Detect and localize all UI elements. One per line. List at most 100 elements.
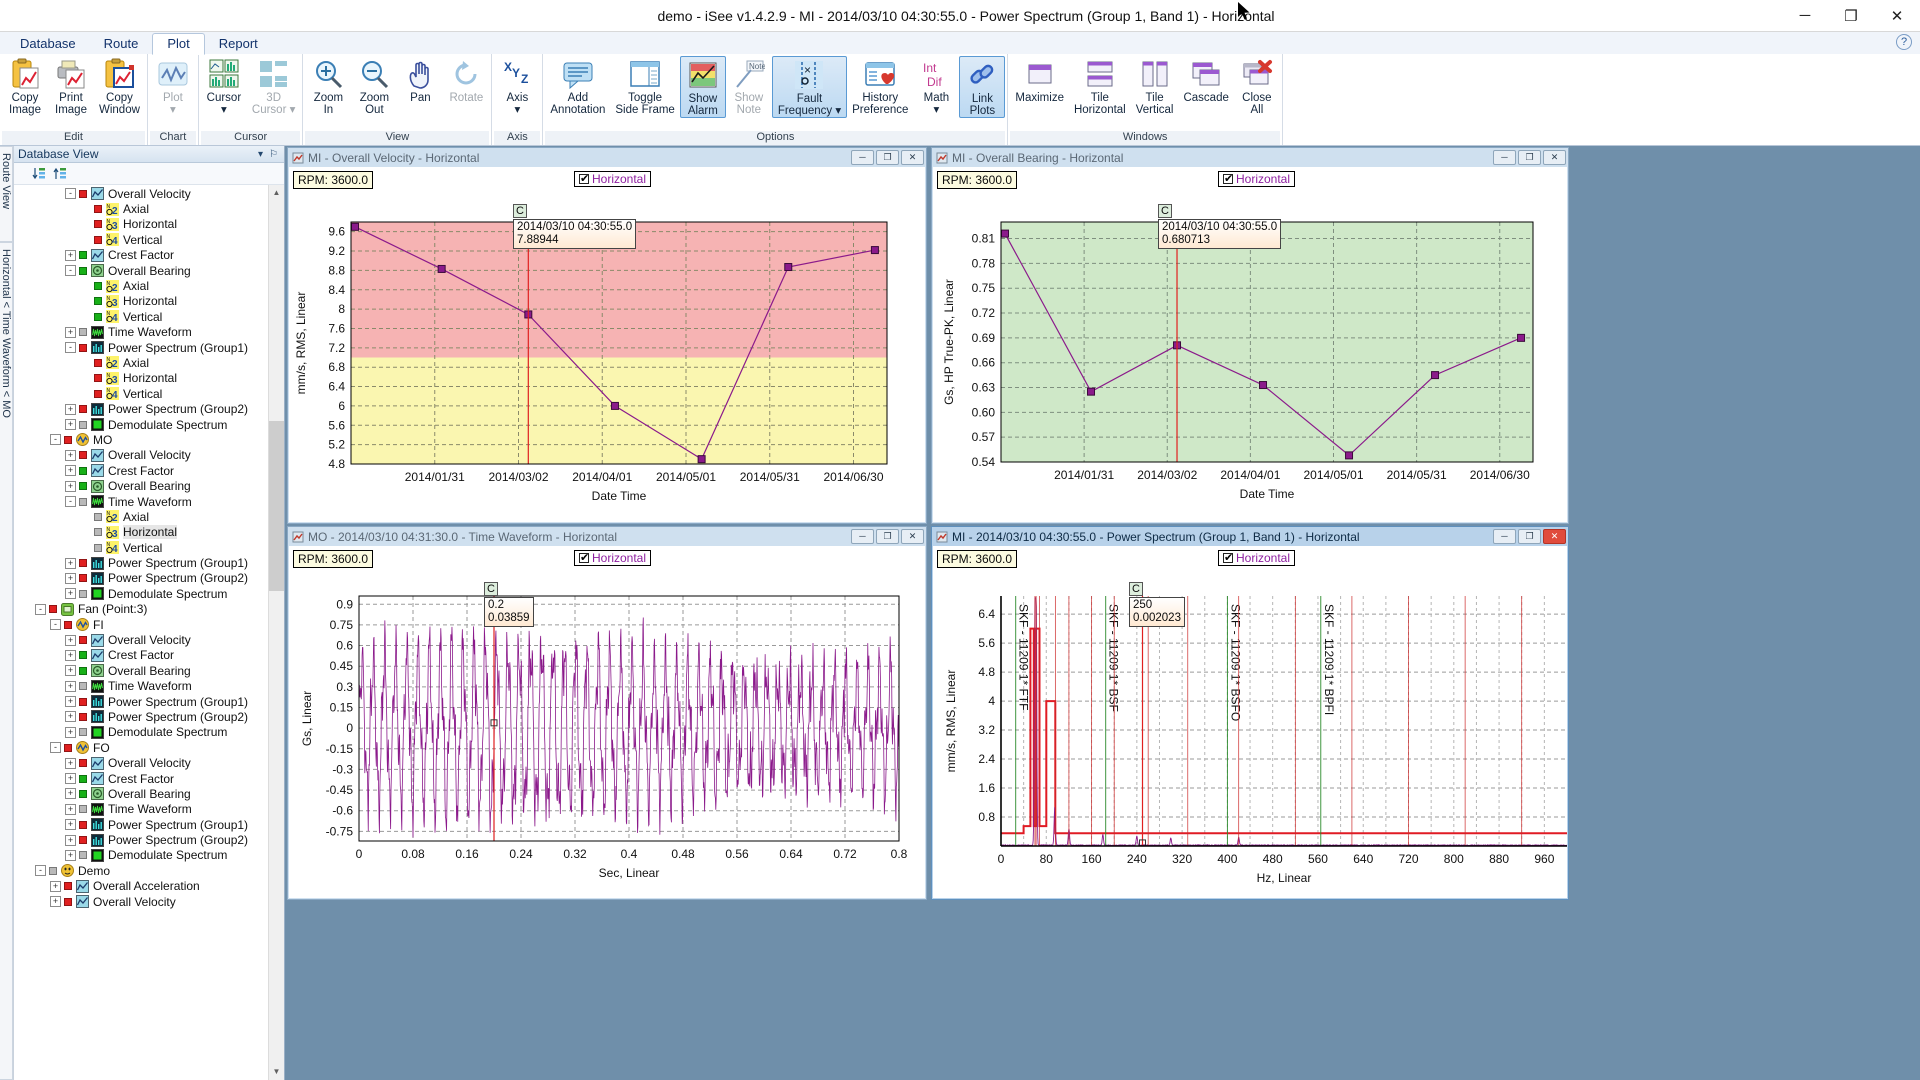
expand-toggle-icon[interactable]: + (65, 819, 76, 831)
expand-toggle-icon[interactable]: + (65, 726, 76, 738)
tree-item[interactable]: N 3 Horizontal (14, 294, 268, 309)
legend-checkbox[interactable] (579, 551, 589, 564)
expand-toggle-icon[interactable]: + (65, 465, 76, 477)
pane-power-spectrum[interactable]: MI - 2014/03/10 04:30:55.0 - Power Spect… (931, 526, 1569, 900)
maximize-window-button[interactable]: Maximize (1010, 56, 1069, 105)
pane-close-button[interactable]: ✕ (901, 529, 924, 544)
expand-toggle-icon[interactable]: + (65, 849, 76, 861)
tree-item[interactable]: + Overall Bearing (14, 663, 268, 678)
tree-item[interactable]: - Fan (Point:3) (14, 602, 268, 617)
pane-close-button[interactable]: ✕ (901, 150, 924, 165)
tree-item[interactable]: + Power Spectrum (Group2) (14, 709, 268, 724)
rail-tab-route-view[interactable]: Route View (0, 146, 13, 242)
scroll-up-button[interactable]: ▲ (269, 185, 284, 201)
expand-toggle-icon[interactable]: + (65, 834, 76, 846)
pane-maximize-button[interactable]: ❐ (876, 529, 899, 544)
tree-item[interactable]: - Overall Bearing (14, 263, 268, 278)
expand-toggle-icon[interactable]: + (65, 326, 76, 338)
expand-toggle-icon[interactable]: + (65, 572, 76, 584)
tree-item[interactable]: + Overall Velocity (14, 632, 268, 647)
data-point-marker[interactable] (1259, 381, 1268, 390)
tree-item[interactable]: + Crest Factor (14, 771, 268, 786)
pane-overall-velocity[interactable]: MI - Overall Velocity - Horizontal ─ ❐ ✕… (287, 147, 927, 524)
minimize-button[interactable]: ─ (1782, 0, 1828, 32)
tree-item[interactable]: + Demodulate Spectrum (14, 725, 268, 740)
expand-toggle-icon[interactable]: + (65, 696, 76, 708)
add-annotation-button[interactable]: Add Annotation (545, 56, 610, 116)
expand-toggle-icon[interactable]: + (65, 680, 76, 692)
tree-item[interactable]: - Power Spectrum (Group1) (14, 340, 268, 355)
tree-item[interactable]: + Overall Bearing (14, 786, 268, 801)
expand-toggle-icon[interactable]: + (65, 480, 76, 492)
collapse-all-icon[interactable] (32, 166, 47, 181)
expand-toggle-icon[interactable]: + (65, 419, 76, 431)
tab-plot[interactable]: Plot (152, 33, 205, 55)
tree-item[interactable]: + Overall Velocity (14, 894, 268, 909)
tree-item[interactable]: + Time Waveform (14, 679, 268, 694)
pane-close-button[interactable]: ✕ (1543, 529, 1566, 544)
pane-minimize-button[interactable]: ─ (851, 150, 874, 165)
tile-vertical-button[interactable]: Tile Vertical (1131, 56, 1179, 116)
collapse-toggle-icon[interactable]: - (65, 188, 76, 200)
pan-button[interactable]: Pan (397, 56, 443, 105)
tree-item[interactable]: N 2 Axial (14, 355, 268, 370)
expand-toggle-icon[interactable]: + (65, 773, 76, 785)
data-point-marker[interactable] (1517, 333, 1526, 342)
expand-toggle-icon[interactable]: + (65, 803, 76, 815)
expand-toggle-icon[interactable]: + (65, 711, 76, 723)
collapse-toggle-icon[interactable]: - (50, 434, 61, 446)
tree-item[interactable]: + Demodulate Spectrum (14, 848, 268, 863)
legend-horizontal[interactable]: Horizontal (1218, 550, 1296, 566)
tree-item[interactable]: - Demo (14, 863, 268, 878)
tree-item[interactable]: N 2 Axial (14, 509, 268, 524)
expand-toggle-icon[interactable]: + (50, 880, 61, 892)
tree-item[interactable]: - Time Waveform (14, 494, 268, 509)
expand-toggle-icon[interactable]: + (65, 588, 76, 600)
collapse-toggle-icon[interactable]: - (35, 865, 46, 877)
cursor-button[interactable]: Cursor ▾ (201, 56, 247, 116)
tree-item[interactable]: + Power Spectrum (Group1) (14, 817, 268, 832)
scroll-down-button[interactable]: ▼ (269, 1064, 284, 1080)
tree-item[interactable]: + Demodulate Spectrum (14, 586, 268, 601)
tree-item[interactable]: N 3 Horizontal (14, 525, 268, 540)
tree-scrollbar[interactable]: ▲ ▼ (268, 185, 284, 1080)
data-point-marker[interactable] (1345, 451, 1354, 460)
axis-xyz-button[interactable]: X Y Z Axis ▾ (494, 56, 540, 116)
tree-item[interactable]: + Overall Bearing (14, 478, 268, 493)
expand-toggle-icon[interactable]: + (65, 665, 76, 677)
pane-close-button[interactable]: ✕ (1543, 150, 1566, 165)
zoom-in-button[interactable]: Zoom In (305, 56, 351, 116)
tree-item[interactable]: N 3 Horizontal (14, 371, 268, 386)
collapse-toggle-icon[interactable]: - (35, 603, 46, 615)
tree-item[interactable]: N 4 Vertical (14, 232, 268, 247)
scroll-thumb[interactable] (269, 421, 284, 591)
tree-item[interactable]: N 4 Vertical (14, 540, 268, 555)
tab-report[interactable]: Report (205, 34, 272, 54)
tree-item[interactable]: - FI (14, 617, 268, 632)
tab-database[interactable]: Database (6, 34, 90, 54)
tree-item[interactable]: + Time Waveform (14, 325, 268, 340)
math-int-dif-button[interactable]: Int Dif Math ▾ (913, 56, 959, 116)
close-all-button[interactable]: Close All (1234, 56, 1280, 116)
data-point-marker[interactable] (1001, 229, 1009, 238)
expand-toggle-icon[interactable]: + (65, 757, 76, 769)
tree-item[interactable]: + Power Spectrum (Group1) (14, 694, 268, 709)
pane-minimize-button[interactable]: ─ (1493, 529, 1516, 544)
copy-image-button[interactable]: Copy Image (2, 56, 48, 116)
expand-toggle-icon[interactable]: + (65, 634, 76, 646)
expand-toggle-icon[interactable]: + (65, 649, 76, 661)
tree-item[interactable]: + Power Spectrum (Group2) (14, 571, 268, 586)
database-tree[interactable]: - Overall Velocity N 2 Axial N 3 Horizonta… (14, 185, 268, 1080)
pane-maximize-button[interactable]: ❐ (1518, 529, 1541, 544)
collapse-toggle-icon[interactable]: - (50, 742, 61, 754)
pane-maximize-button[interactable]: ❐ (1518, 150, 1541, 165)
fault-frequency-button[interactable]: × Fault Frequency ▾ (771, 56, 848, 118)
help-icon[interactable]: ? (1896, 34, 1912, 50)
maximize-button[interactable]: ❐ (1828, 0, 1874, 32)
tree-item[interactable]: + Power Spectrum (Group2) (14, 401, 268, 416)
panel-menu-icon[interactable]: ▾ (254, 149, 267, 160)
tree-item[interactable]: N 3 Horizontal (14, 217, 268, 232)
tree-item[interactable]: N 2 Axial (14, 201, 268, 216)
history-preference-button[interactable]: History Preference (847, 56, 913, 116)
expand-toggle-icon[interactable]: + (65, 403, 76, 415)
